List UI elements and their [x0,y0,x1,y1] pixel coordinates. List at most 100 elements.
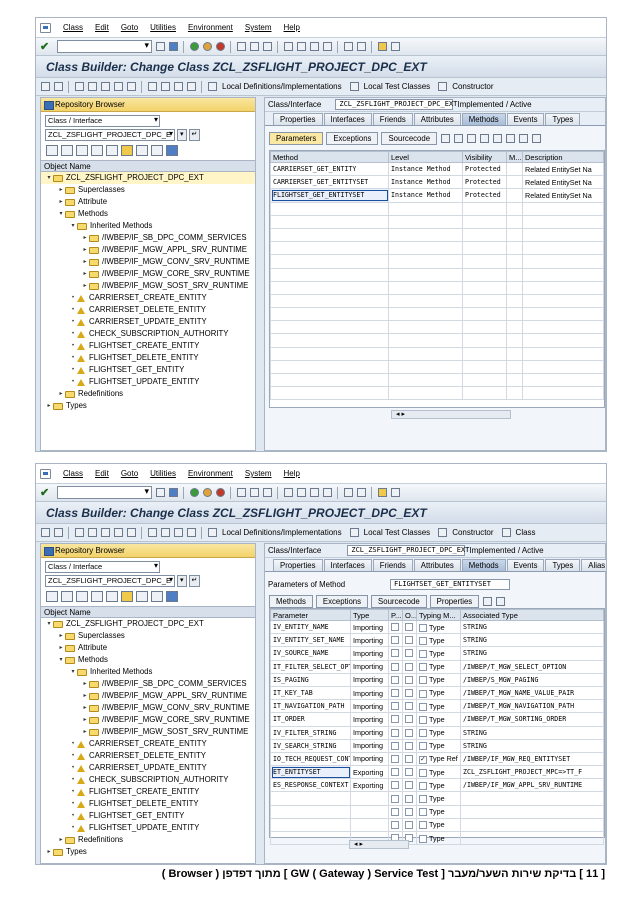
associated-type-cell[interactable]: /IWBEP/S_MGW_PAGING [460,672,604,687]
back-arrow-icon[interactable] [156,488,165,497]
cancel-icon[interactable] [216,488,225,497]
tree-node[interactable]: ▸ /IWBEP/IF_MGW_APPL_SRV_RUNTIME [41,244,255,256]
back-nav-icon[interactable] [41,528,50,537]
sap-window-icon[interactable] [40,468,51,479]
type-cell[interactable] [350,791,389,806]
tree-node[interactable]: • CARRIERSET_CREATE_ENTITY [41,292,255,304]
associated-type-cell[interactable] [460,830,604,846]
table-row[interactable]: Type [270,830,604,846]
associated-type-cell[interactable]: /IWBEP/T_MGW_NAME_VALUE_PAIR [460,685,604,701]
object-name-input[interactable]: ZCL_ZSFLIGHT_PROJECT_DPC_E [45,129,175,141]
typing-method-cell[interactable]: Type [416,804,461,819]
method-cell[interactable]: CARRIERSET_GET_ENTITYSET [270,175,389,190]
paste-icon[interactable] [532,133,542,143]
table-row[interactable] [270,293,604,309]
typing-checkbox[interactable] [419,755,427,764]
method-cell[interactable] [270,201,389,216]
tree-node[interactable]: • CARRIERSET_UPDATE_ENTITY [41,316,255,328]
pass-by-value-checkbox[interactable] [391,689,399,698]
tree-close-icon[interactable] [166,145,178,156]
menu-help[interactable]: Help [284,23,300,32]
pass-by-value-checkbox[interactable] [391,675,399,684]
sort-icon[interactable] [493,133,503,143]
tree-node[interactable]: • FLIGHTSET_CREATE_ENTITY [41,786,255,798]
table-row[interactable] [270,267,604,282]
tab-methods[interactable]: Methods [461,113,506,125]
method-cell[interactable] [270,267,389,282]
hierarchy-icon[interactable] [148,82,157,91]
typing-method-cell[interactable]: Type [416,738,461,753]
tree-node[interactable]: • FLIGHTSET_DELETE_ENTITY [41,798,255,810]
prev-page-icon[interactable] [297,42,306,51]
tree-collapse-icon[interactable] [106,145,118,156]
tree-forward-icon[interactable] [61,591,73,602]
typing-checkbox[interactable] [419,663,427,672]
associated-type-cell[interactable] [460,791,604,806]
parameter-cell[interactable]: IV_SEARCH_STRING [270,738,351,753]
menu-environment[interactable]: Environment [188,469,233,478]
table-row[interactable] [270,320,604,335]
table-row[interactable] [270,214,604,229]
typing-checkbox[interactable] [419,808,427,817]
table-row[interactable] [270,280,604,295]
typing-checkbox[interactable] [419,650,427,659]
menu-goto[interactable]: Goto [121,23,138,32]
exit-icon[interactable] [203,42,212,51]
expand-toggle-icon[interactable]: ▸ [81,726,89,738]
display-go-button[interactable]: ↵ [188,575,201,587]
table-row[interactable]: IV_ENTITY_SET_NAME Importing Type STRING [270,633,604,648]
tree-node[interactable]: ▾ Inherited Methods [41,666,255,678]
optional-checkbox[interactable] [405,623,413,632]
copy-icon[interactable] [519,133,529,143]
typing-checkbox[interactable] [419,702,427,711]
table-row[interactable] [270,254,604,269]
optional-checkbox[interactable] [405,662,413,671]
expand-toggle-icon[interactable]: ▸ [81,244,89,256]
parameter-cell[interactable]: IT_NAVIGATION_PATH [270,699,351,714]
tree-node[interactable]: ▸ /IWBEP/IF_MGW_CORE_SRV_RUNTIME [41,714,255,726]
typing-method-cell[interactable]: Type [416,659,461,674]
test-icon[interactable] [127,82,136,91]
sourcecode-button[interactable]: Sourcecode [371,594,427,608]
shortcut-icon[interactable] [357,42,366,51]
last-page-icon[interactable] [323,42,332,51]
optional-checkbox[interactable] [405,768,413,777]
parameter-cell[interactable]: IV_ENTITY_SET_NAME [270,633,351,648]
typing-checkbox[interactable] [419,689,427,698]
menu-class[interactable]: Class [63,469,83,478]
repository-browser-header[interactable]: Repository Browser [41,544,255,558]
tree-node[interactable]: ▾ Methods [41,208,255,220]
tab-interfaces[interactable]: Interfaces [323,559,372,571]
tree-node[interactable]: ▸ /IWBEP/IF_MGW_APPL_SRV_RUNTIME [41,690,255,702]
tab-events[interactable]: Events [506,113,545,125]
type-cell[interactable]: Importing [350,633,389,648]
type-cell[interactable] [350,817,389,833]
table-row[interactable]: FLIGHTSET_GET_ENTITYSET Instance Method Pr… [270,188,604,203]
tree-hierarchy-icon[interactable] [121,591,133,602]
help-icon[interactable] [378,42,387,51]
expand-toggle-icon[interactable]: ▸ [57,630,65,642]
repository-browser-header[interactable]: Repository Browser [41,98,255,112]
menu-goto[interactable]: Goto [121,469,138,478]
tree-node[interactable]: • FLIGHTSET_UPDATE_ENTITY [41,822,255,834]
parameter-cell[interactable] [270,791,351,806]
column-header[interactable]: Visibility [462,151,507,163]
last-page-icon[interactable] [323,488,332,497]
method-cell[interactable] [270,359,389,375]
tree-node[interactable]: ▸ /IWBEP/IF_MGW_SOST_SRV_RUNTIME [41,280,255,292]
properties-button[interactable]: Properties [429,594,480,608]
hierarchy-icon[interactable] [148,528,157,537]
constructor-button[interactable]: Constructor [452,82,493,91]
method-cell[interactable] [270,241,389,256]
enter-check-icon[interactable]: ✔ [40,40,54,53]
info-icon[interactable] [187,82,196,91]
typing-checkbox[interactable] [419,834,427,843]
tree-node[interactable]: ▸ Superclasses [41,184,255,196]
local-definitions-button[interactable]: Local Definitions/Implementations [222,82,342,91]
table-row[interactable] [270,201,604,216]
menu-edit[interactable]: Edit [95,23,109,32]
typing-method-cell[interactable]: Type [416,830,461,846]
typing-checkbox[interactable] [419,821,427,830]
constructor-icon[interactable] [438,528,448,537]
object-type-select[interactable]: Class / Interface [45,561,160,573]
